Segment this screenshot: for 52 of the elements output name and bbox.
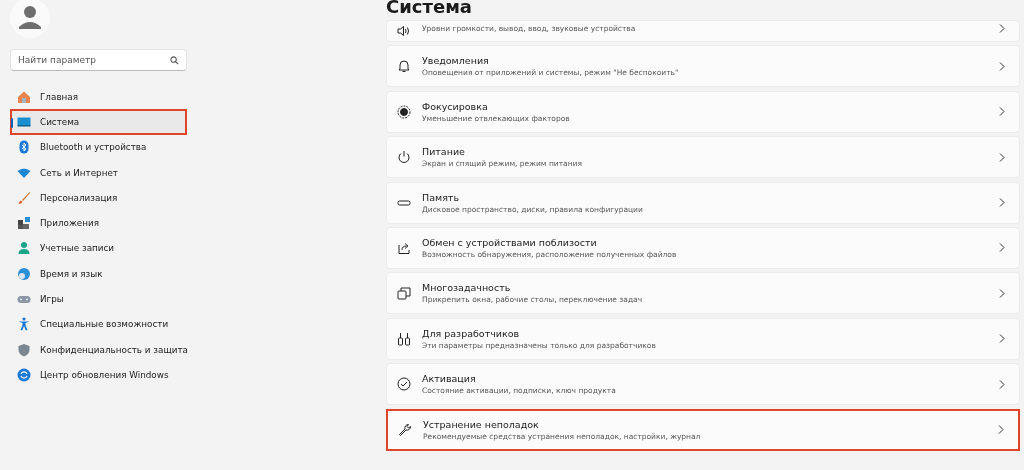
search-icon [170,55,179,65]
speaker-icon [397,24,411,38]
share-icon [397,240,411,255]
setting-title: Фокусировка [422,100,489,112]
nav-item[interactable]: Учетные записи [10,235,187,262]
globe-icon [17,266,31,281]
check-icon [397,377,411,392]
apps-icon [17,216,31,231]
chevron-icon [999,243,1005,253]
setting-title: Многозадачность [422,282,512,294]
windows-icon [397,286,411,301]
search-field[interactable]: Найти параметр [10,49,187,71]
chevron-icon [999,152,1005,162]
wrench-icon [398,422,412,437]
bluetooth-icon [17,140,31,155]
home-icon [17,89,31,104]
nav-item[interactable]: Игры [10,286,187,312]
nav-item[interactable]: Система [10,109,187,135]
nav-item[interactable]: Центр обновления Windows [10,362,187,388]
avatar-icon [10,0,50,38]
setting-title: Активация [422,373,477,385]
person-icon [17,241,31,256]
nav-item[interactable]: Приложения [10,210,187,236]
nav-item[interactable]: Персонализация [10,185,187,211]
nav-item[interactable]: Время и язык [10,261,187,287]
chevron-icon [999,288,1005,298]
setting-title: Обмен с устройствами поблизости [422,236,598,248]
chevron-icon [999,198,1005,208]
chevron-icon [999,24,1005,33]
chevron-icon [999,61,1005,71]
power-icon [397,150,411,165]
chevron-icon [999,334,1005,344]
setting-title: Устранение неполадок [423,418,540,430]
nav-item[interactable]: Специальные возможности [10,311,187,337]
page-title: Система [386,0,473,18]
brush-icon [17,190,31,205]
chevron-icon [999,379,1005,389]
nav-item[interactable]: Сеть и Интернет [10,159,187,186]
shield-icon [17,342,31,357]
nav-item[interactable]: Конфиденциальность и защита [10,336,187,363]
setting-title: Питание [422,146,466,158]
setting-title: Уведомления [422,55,490,67]
nav-item[interactable]: Главная [10,84,187,110]
bell-icon [397,59,411,74]
chevron-icon [998,425,1004,434]
tools-icon [397,331,411,346]
setting-title: Память [422,191,460,203]
nav-item[interactable]: Bluetooth и устройства [10,134,187,160]
setting-title: Для разработчиков [422,327,521,339]
update-icon [17,367,31,382]
focus-icon [397,104,411,119]
chevron-icon [999,107,1005,117]
